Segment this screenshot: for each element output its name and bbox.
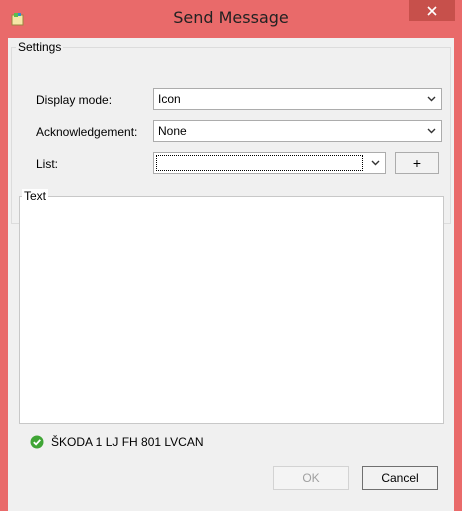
title-bar[interactable]: Send Message bbox=[0, 0, 462, 38]
acknowledgement-select[interactable]: None bbox=[153, 120, 442, 142]
close-icon bbox=[427, 5, 437, 16]
dialog-body: Settings Display mode: Icon Acknowledgem… bbox=[8, 38, 454, 511]
ok-button[interactable]: OK bbox=[273, 466, 349, 490]
vehicle-status: ŠKODA 1 LJ FH 801 LVCAN bbox=[30, 435, 204, 449]
list-select[interactable] bbox=[153, 152, 386, 174]
close-button[interactable] bbox=[409, 0, 455, 21]
settings-group-label: Settings bbox=[16, 40, 64, 54]
display-mode-label: Display mode: bbox=[36, 93, 113, 107]
vehicle-name: ŠKODA 1 LJ FH 801 LVCAN bbox=[51, 435, 204, 449]
chevron-down-icon[interactable] bbox=[421, 89, 441, 109]
display-mode-select[interactable]: Icon bbox=[153, 88, 442, 110]
focus-rectangle bbox=[156, 155, 363, 171]
display-mode-value: Icon bbox=[158, 92, 181, 106]
text-group-label: Text bbox=[22, 189, 49, 203]
add-list-button[interactable]: + bbox=[395, 152, 439, 174]
cancel-button[interactable]: Cancel bbox=[362, 466, 438, 490]
check-circle-icon bbox=[30, 435, 44, 449]
text-group: Text bbox=[19, 189, 444, 424]
acknowledgement-label: Acknowledgement: bbox=[36, 125, 138, 139]
send-message-window: Send Message Settings Display mode: Icon… bbox=[0, 0, 462, 511]
chevron-down-icon[interactable] bbox=[421, 121, 441, 141]
chevron-down-icon[interactable] bbox=[365, 153, 385, 173]
window-title: Send Message bbox=[173, 8, 289, 27]
message-text-area[interactable] bbox=[22, 207, 441, 421]
acknowledgement-value: None bbox=[158, 124, 187, 138]
list-label: List: bbox=[36, 157, 59, 171]
